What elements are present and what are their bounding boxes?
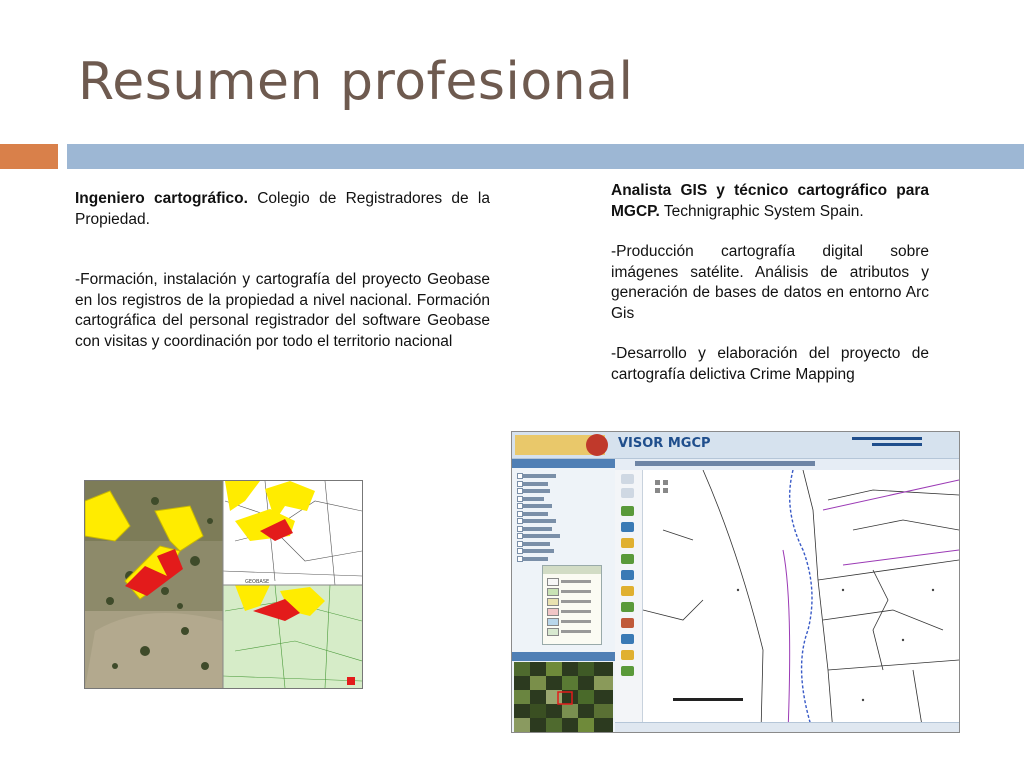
layer-panel-title [512, 459, 615, 468]
visor-title: VISOR MGCP [618, 436, 711, 451]
slide-title: Resumen profesional [78, 52, 634, 112]
overview-map-title [512, 652, 615, 661]
left-heading: Ingeniero cartográfico. Colegio de Regis… [75, 189, 490, 230]
right-column: Analista GIS y técnico cartográfico para… [611, 181, 929, 385]
right-item-crime-mapping: -Desarrollo y elaboración del proyecto d… [611, 345, 929, 383]
layer-tree-row [522, 489, 550, 493]
layer-tree-row [522, 556, 548, 561]
layer-tree-row [522, 526, 552, 531]
overview-map [514, 662, 613, 732]
layer-tree-row [522, 519, 556, 523]
visor-layer-panel [512, 459, 616, 732]
right-heading: Analista GIS y técnico cartográfico para… [611, 181, 929, 222]
layer-tree-row [522, 474, 556, 478]
svg-text:GEOBASE: GEOBASE [245, 579, 269, 585]
title-accent-bar-orange [0, 144, 58, 169]
layer-tree-row [522, 549, 554, 553]
symbology-legend [542, 565, 602, 645]
cadastral-map-view [642, 469, 959, 732]
left-column: Ingeniero cartográfico. Colegio de Regis… [75, 189, 490, 352]
visor-user-info [852, 437, 922, 446]
visor-mgcp-screenshot: VISOR MGCP [511, 431, 960, 733]
geobase-map-collage-image: GEOBASE [84, 480, 363, 689]
layer-tree-row [522, 496, 544, 501]
mgcp-seal-logo [586, 434, 608, 456]
right-heading-employer: Technigraphic System Spain. [659, 202, 864, 220]
map-toolbar [615, 470, 643, 732]
layer-tree-row [522, 511, 548, 516]
layer-tree-row [522, 541, 550, 546]
symbology-title [543, 566, 601, 574]
right-item-production: -Producción cartografía digital sobre im… [611, 243, 929, 322]
layer-tree-row [522, 504, 552, 508]
layer-tree-row [522, 481, 548, 486]
layer-tree-row [522, 534, 560, 538]
left-heading-role: Ingeniero cartográfico. [75, 190, 248, 207]
visor-header: VISOR MGCP [512, 432, 959, 459]
visor-status-bar [615, 722, 959, 732]
title-accent-bar-blue [67, 144, 1024, 169]
left-description: -Formación, instalación y cartografía de… [75, 271, 490, 350]
